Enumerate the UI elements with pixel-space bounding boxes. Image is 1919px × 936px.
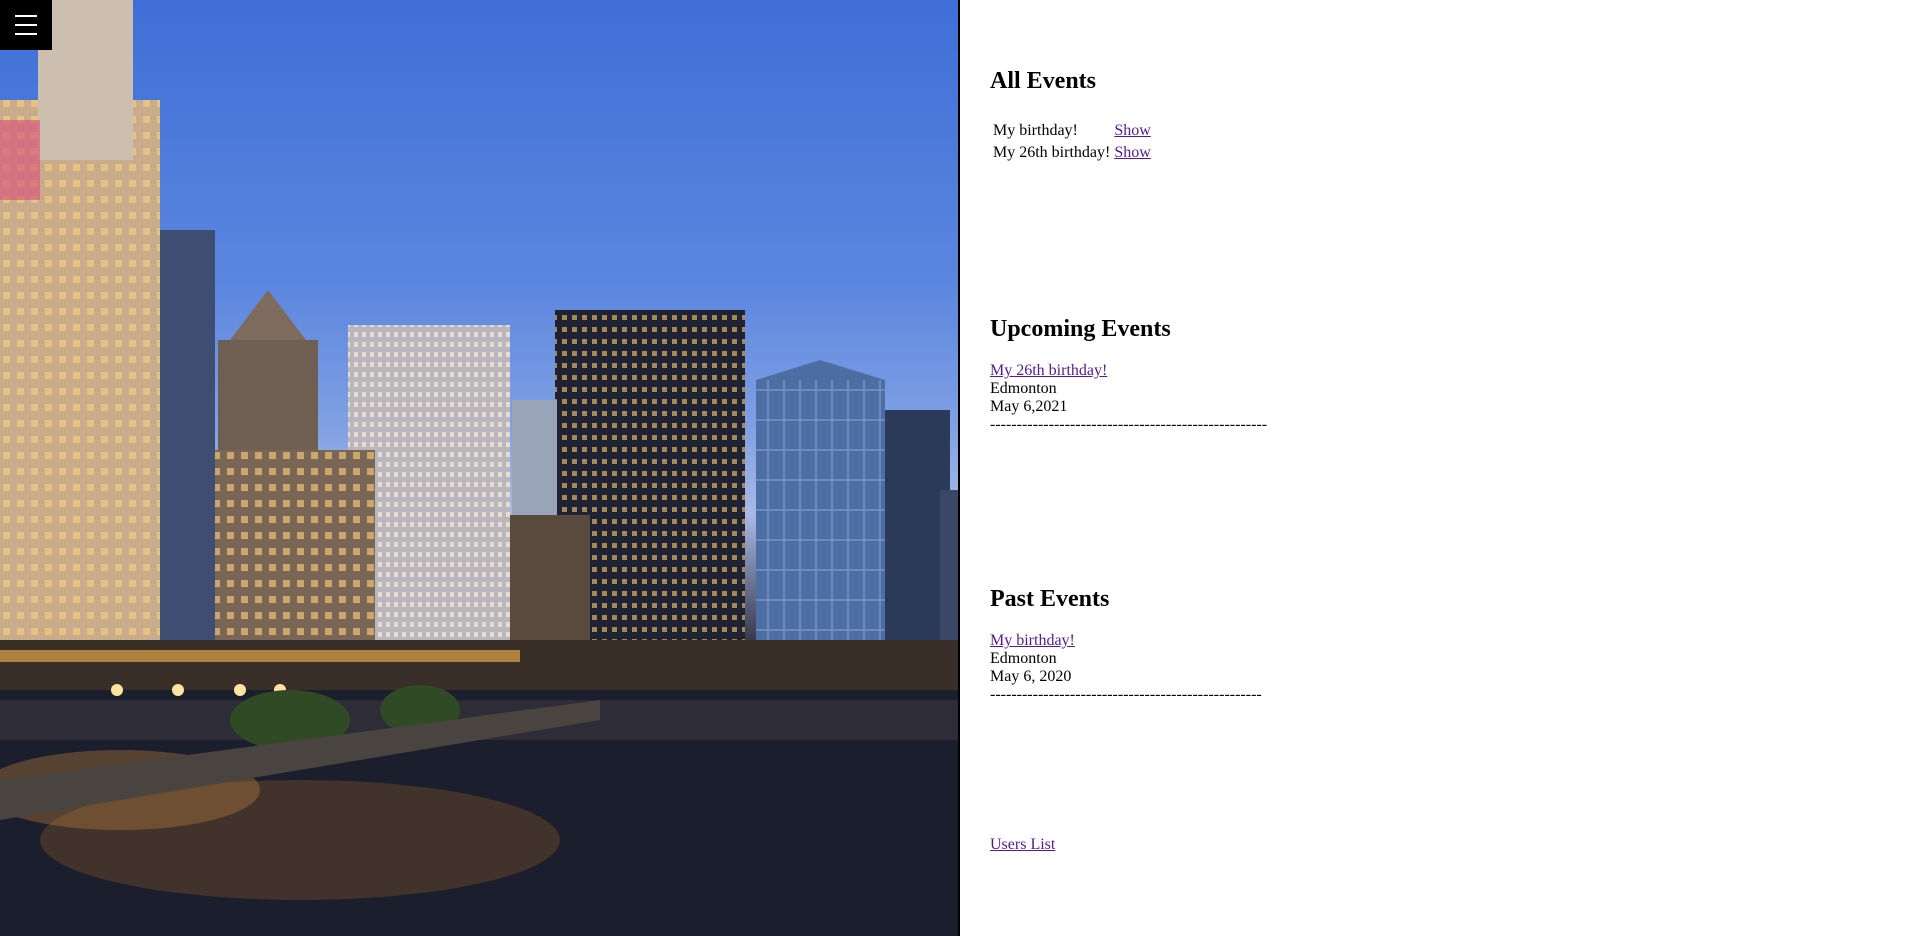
hero-image: [0, 0, 960, 936]
all-events-heading: All Events: [990, 68, 1097, 94]
event-separator: ----------------------------------------…: [990, 686, 1262, 703]
upcoming-event-item: My 26th birthday! Edmonton May 6,2021 --…: [990, 362, 1267, 434]
upcoming-events-heading: Upcoming Events: [990, 316, 1171, 342]
menu-bar-bottom: [15, 33, 37, 35]
event-title-link[interactable]: My 26th birthday!: [990, 362, 1107, 379]
event-location: Edmonton: [990, 650, 1057, 667]
event-date: May 6, 2020: [990, 668, 1072, 685]
show-event-link[interactable]: Show: [1114, 144, 1150, 161]
event-location: Edmonton: [990, 380, 1057, 397]
hamburger-menu-icon[interactable]: [0, 0, 52, 50]
menu-bar-top: [15, 15, 37, 17]
past-event-item: My birthday! Edmonton May 6, 2020 ------…: [990, 632, 1262, 704]
event-separator: ----------------------------------------…: [990, 416, 1268, 433]
event-date: May 6,2021: [990, 398, 1068, 415]
event-name: My birthday!: [993, 122, 1078, 139]
all-events-table: My birthday! Show My 26th birthday! Show: [990, 119, 1154, 165]
event-title-link[interactable]: My birthday!: [990, 632, 1075, 649]
menu-bar-middle: [15, 24, 37, 26]
panel-divider: [958, 0, 960, 936]
past-events-heading: Past Events: [990, 586, 1110, 612]
city-skyline-illustration: [0, 0, 960, 936]
table-row: My 26th birthday! Show: [992, 143, 1152, 163]
users-list-link[interactable]: Users List: [990, 836, 1055, 854]
table-row: My birthday! Show: [992, 121, 1152, 141]
event-name: My 26th birthday!: [993, 144, 1111, 161]
show-event-link[interactable]: Show: [1114, 122, 1150, 139]
